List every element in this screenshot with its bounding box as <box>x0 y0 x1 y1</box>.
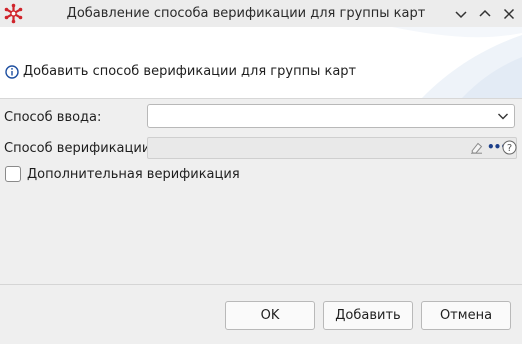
help-icon[interactable]: ? <box>502 140 517 155</box>
footer-divider <box>0 284 522 285</box>
additional-verification-option[interactable]: Дополнительная верификация <box>5 166 240 182</box>
input-method-select[interactable] <box>147 104 515 128</box>
svg-text:?: ? <box>507 143 512 154</box>
info-message: Добавить способ верификации для группы к… <box>5 64 356 79</box>
input-method-label: Способ ввода: <box>4 110 102 125</box>
header-decoration <box>392 27 522 98</box>
maximize-chevron-icon[interactable] <box>476 5 494 23</box>
minimize-chevron-icon[interactable] <box>452 5 470 23</box>
additional-verification-checkbox[interactable] <box>5 166 21 182</box>
add-button[interactable]: Добавить <box>323 301 413 330</box>
info-icon <box>5 64 19 79</box>
cancel-button[interactable]: Отмена <box>421 301 511 330</box>
additional-verification-label: Дополнительная верификация <box>27 166 240 182</box>
dialog-header: Добавить способ верификации для группы к… <box>0 27 522 99</box>
ok-button[interactable]: OK <box>225 301 315 330</box>
info-text: Добавить способ верификации для группы к… <box>23 64 357 79</box>
eraser-icon[interactable] <box>470 141 483 154</box>
window-title: Добавление способа верификации для групп… <box>66 6 426 21</box>
more-options-icon[interactable]: ••• <box>487 141 508 154</box>
verification-method-field: ••• ? <box>147 137 517 159</box>
title-bar: Добавление способа верификации для групп… <box>0 0 522 27</box>
app-logo-icon <box>4 3 23 24</box>
close-icon[interactable] <box>500 5 518 23</box>
verification-method-label: Способ верификации: <box>4 141 155 156</box>
chevron-down-icon[interactable] <box>497 110 509 122</box>
